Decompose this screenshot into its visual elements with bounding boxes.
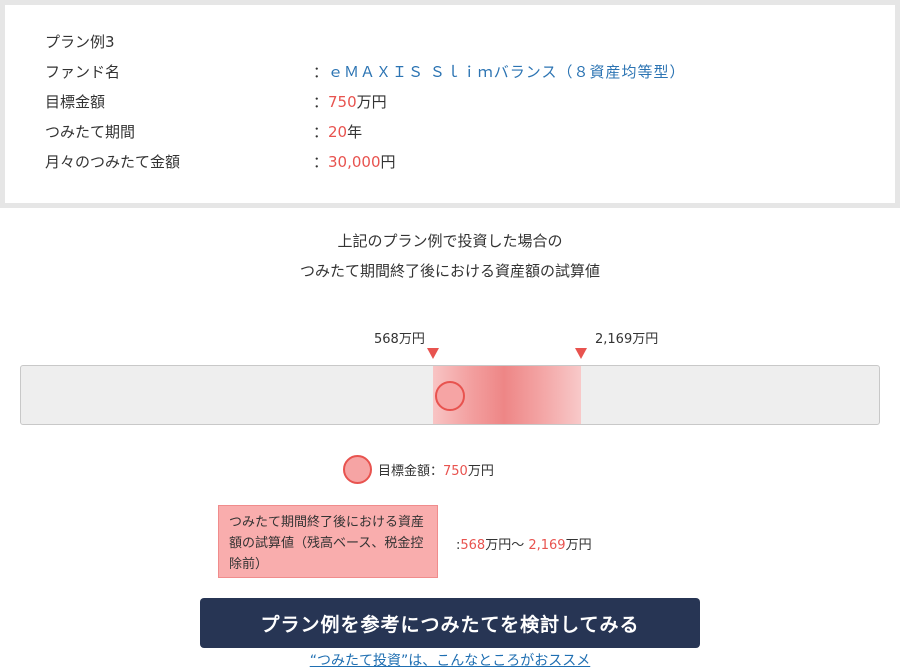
- monthly-amount-unit: 円: [380, 153, 396, 171]
- legend-target-circle-icon: [343, 455, 372, 484]
- range-high-label: 2,169万円: [595, 332, 659, 347]
- legend-range-low-unit: 万円～: [485, 538, 529, 553]
- tsumitate-recommend-link[interactable]: “つみたて投資”は、こんなところがおススメ: [0, 652, 900, 669]
- period-unit: 年: [347, 123, 363, 141]
- fund-name-label: ファンド名: [45, 63, 121, 81]
- range-low-label: 568万円: [374, 332, 425, 347]
- legend-target-text: 目標金額：750万円: [378, 460, 494, 479]
- monthly-amount-prefix: ：: [313, 153, 329, 171]
- target-amount-prefix: ：: [313, 93, 329, 111]
- legend-range-high-unit: 万円: [565, 538, 592, 553]
- period-number: 20: [328, 123, 348, 141]
- target-amount-label: 目標金額: [45, 93, 106, 111]
- result-heading-line2: つみたて期間終了後における資産額の試算値: [299, 262, 600, 280]
- consider-plan-button[interactable]: プラン例を参考につみたてを検討してみる: [200, 598, 700, 648]
- legend-target-number: 750: [443, 464, 468, 479]
- target-amount-value: ：750万円: [313, 92, 387, 112]
- range-low-marker-icon: [427, 348, 439, 359]
- period-label: つみたて期間: [45, 123, 136, 141]
- plan-summary-box: プラン例3 ファンド名 ：ｅＭＡＸＩＳ Ｓｌｉｍバランス（８資産均等型） 目標金…: [0, 0, 900, 208]
- monthly-amount-value: ：30,000円: [313, 152, 396, 172]
- period-prefix: ：: [313, 123, 329, 141]
- target-amount-number: 750: [328, 93, 357, 111]
- legend-target-label: 目標金額：: [378, 464, 444, 479]
- period-value: ：20年: [313, 122, 362, 142]
- fund-name-text: ｅＭＡＸＩＳ Ｓｌｉｍバランス（８資産均等型）: [328, 63, 686, 81]
- result-heading-line1: 上記のプラン例で投資した場合の: [337, 232, 563, 250]
- legend-range-low-number: 568: [460, 538, 486, 553]
- fund-name-value: ：ｅＭＡＸＩＳ Ｓｌｉｍバランス（８資産均等型）: [313, 62, 686, 82]
- range-high-marker-icon: [575, 348, 587, 359]
- legend-range-box: つみたて期間終了後における資産額の試算値（残高ベース、税金控除前）: [218, 505, 438, 578]
- legend-target-unit: 万円: [467, 464, 494, 479]
- target-circle-icon: [435, 381, 465, 411]
- monthly-amount-label: 月々のつみたて金額: [45, 153, 181, 171]
- monthly-amount-number: 30,000: [328, 153, 381, 171]
- legend-range-value: :568万円～ 2,169万円: [456, 534, 592, 553]
- target-amount-unit: 万円: [356, 93, 387, 111]
- plan-title: プラン例3: [45, 33, 115, 51]
- fund-name-prefix: ：: [313, 63, 329, 81]
- legend-range-high-number: 2,169: [528, 538, 566, 553]
